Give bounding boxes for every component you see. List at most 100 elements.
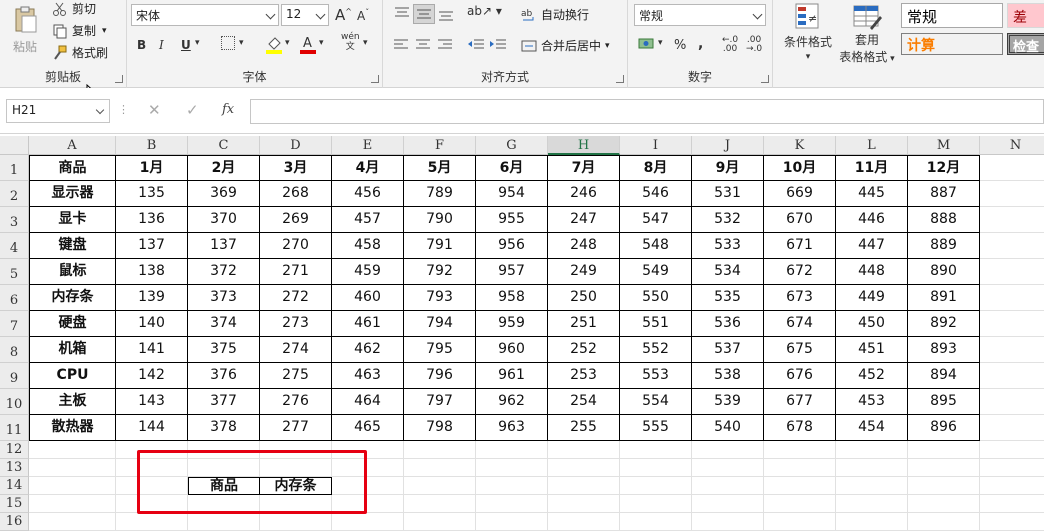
table-cell[interactable]: 269 [260,207,332,233]
row-header[interactable]: 1 [0,155,29,181]
grid-cell[interactable] [260,459,332,477]
grid-cell[interactable] [260,441,332,459]
increase-decimal-icon[interactable]: ←.0.00 [722,36,738,54]
table-cell[interactable]: 678 [764,415,836,441]
row-header[interactable]: 11 [0,415,29,441]
comma-button[interactable]: , [698,36,703,52]
grid-cell[interactable] [116,441,188,459]
align-left-icon[interactable] [393,38,409,55]
table-cell[interactable]: 449 [836,285,908,311]
table-cell[interactable]: 275 [260,363,332,389]
conditional-format-button[interactable]: ≠ 条件格式 ▾ [779,2,837,62]
grid-cell[interactable] [548,441,620,459]
table-cell[interactable]: 459 [332,259,404,285]
grid-cell[interactable] [980,415,1044,441]
table-cell[interactable]: 主板 [29,389,116,415]
table-cell[interactable]: 890 [908,259,980,285]
table-cell[interactable]: 370 [188,207,260,233]
table-cell[interactable]: 137 [116,233,188,259]
table-cell[interactable]: 276 [260,389,332,415]
row-header[interactable]: 5 [0,259,29,285]
font-color-button[interactable]: A [299,34,317,57]
table-cell[interactable]: 550 [620,285,692,311]
grid-cell[interactable] [980,181,1044,207]
table-cell[interactable]: 373 [188,285,260,311]
table-cell[interactable]: 显卡 [29,207,116,233]
table-cell[interactable]: 142 [116,363,188,389]
table-cell[interactable]: 136 [116,207,188,233]
fill-color-button[interactable] [265,34,283,57]
table-header-cell[interactable]: 12月 [908,155,980,181]
table-cell[interactable]: 372 [188,259,260,285]
grid-cell[interactable] [332,477,404,495]
style-normal[interactable]: 常规 [901,3,1003,28]
table-cell[interactable]: 250 [548,285,620,311]
column-header[interactable]: C [188,136,260,155]
cut-button[interactable]: 剪切 [52,0,96,17]
phonetic-dropdown-icon[interactable]: ▾ [363,38,368,48]
table-cell[interactable]: 955 [476,207,548,233]
table-cell[interactable]: 376 [188,363,260,389]
column-header[interactable]: K [764,136,836,155]
grid-cell[interactable] [116,495,188,513]
table-cell[interactable]: 895 [908,389,980,415]
grid-cell[interactable] [980,363,1044,389]
table-cell[interactable]: 458 [332,233,404,259]
grid-cell[interactable] [260,495,332,513]
grid-cell[interactable] [980,513,1044,531]
grid-cell[interactable] [188,441,260,459]
column-header[interactable]: M [908,136,980,155]
grid-cell[interactable] [332,441,404,459]
table-cell[interactable]: 888 [908,207,980,233]
decrease-indent-icon[interactable] [467,38,485,55]
table-cell[interactable]: 散热器 [29,415,116,441]
table-cell[interactable]: 448 [836,259,908,285]
table-cell[interactable]: 676 [764,363,836,389]
row-header[interactable]: 14 [0,477,29,495]
table-cell[interactable]: 274 [260,337,332,363]
table-cell[interactable]: 445 [836,181,908,207]
table-cell[interactable]: 鼠标 [29,259,116,285]
grid-cell[interactable] [620,513,692,531]
align-middle-icon[interactable] [413,4,435,24]
table-cell[interactable]: 673 [764,285,836,311]
table-cell[interactable]: 549 [620,259,692,285]
table-cell[interactable]: 669 [764,181,836,207]
wrap-text-button[interactable]: ab 自动换行 [521,6,589,23]
style-check-cell[interactable]: 检查 [1007,33,1044,55]
grid-cell[interactable] [764,441,836,459]
table-cell[interactable]: 271 [260,259,332,285]
grid-cell[interactable] [620,441,692,459]
grid-cell[interactable] [116,513,188,531]
column-header[interactable]: H [548,136,620,155]
table-cell[interactable]: 798 [404,415,476,441]
grid-cell[interactable] [908,459,980,477]
grid-cell[interactable] [548,459,620,477]
bold-button[interactable]: B [137,38,146,52]
table-cell[interactable]: 540 [692,415,764,441]
table-cell[interactable]: 机箱 [29,337,116,363]
table-cell[interactable]: 893 [908,337,980,363]
table-cell[interactable]: 255 [548,415,620,441]
confirm-entry-icon[interactable]: ✓ [186,101,199,119]
table-header-cell[interactable]: 8月 [620,155,692,181]
border-icon[interactable] [221,36,235,50]
increase-indent-icon[interactable] [489,38,507,55]
table-cell[interactable]: 273 [260,311,332,337]
table-cell[interactable]: 889 [908,233,980,259]
table-cell[interactable]: 143 [116,389,188,415]
grid-cell[interactable] [404,459,476,477]
grid-cell[interactable] [836,477,908,495]
table-cell[interactable]: 554 [620,389,692,415]
grid-cell[interactable] [620,477,692,495]
row-header[interactable]: 2 [0,181,29,207]
row-header[interactable]: 3 [0,207,29,233]
grid-cell[interactable] [764,459,836,477]
table-cell[interactable]: 450 [836,311,908,337]
table-cell[interactable]: 369 [188,181,260,207]
table-cell[interactable]: 138 [116,259,188,285]
table-cell[interactable]: 375 [188,337,260,363]
table-cell[interactable]: 792 [404,259,476,285]
lookup-cell[interactable]: 商品 [188,477,260,495]
grid-cell[interactable] [692,495,764,513]
